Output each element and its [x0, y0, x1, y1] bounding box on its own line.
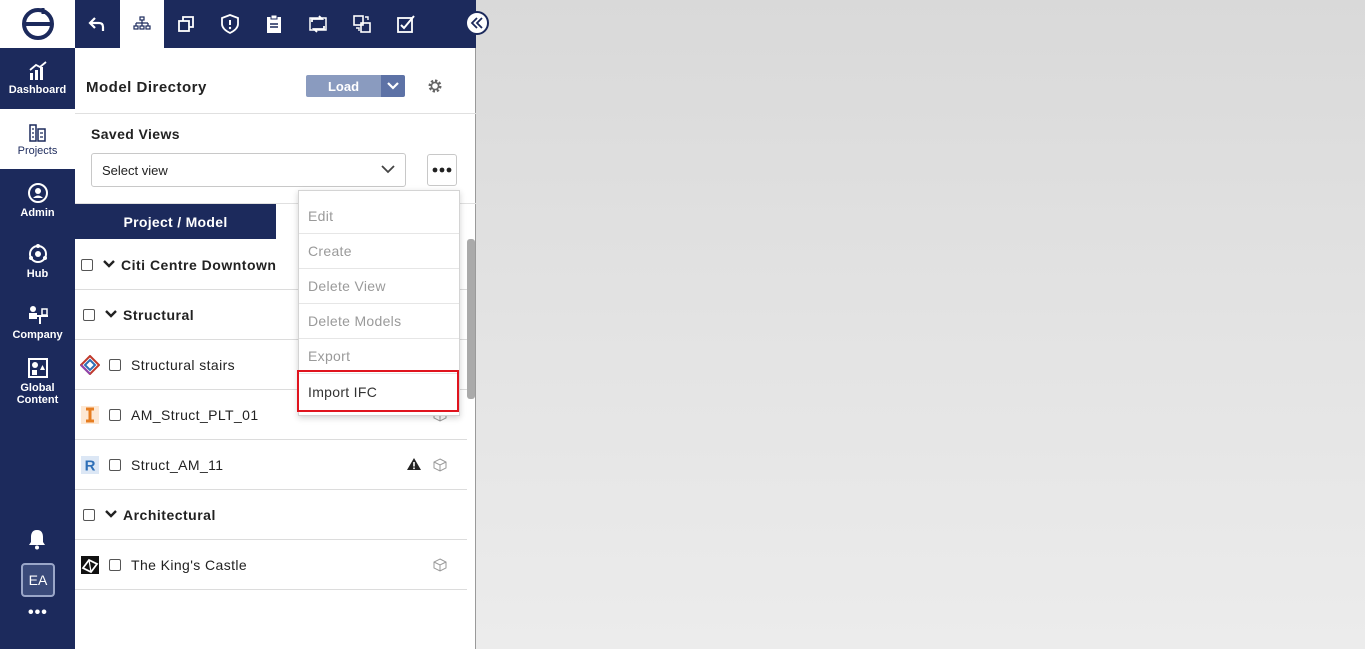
- model-viewer-canvas[interactable]: [476, 0, 1365, 649]
- chevron-down-icon[interactable]: [103, 260, 115, 269]
- user-avatar[interactable]: EA: [21, 563, 55, 597]
- warning-icon[interactable]: [406, 457, 422, 471]
- checkbox[interactable]: [109, 558, 121, 571]
- cube-icon[interactable]: [433, 558, 447, 572]
- menu-item-import-ifc[interactable]: Import IFC: [299, 374, 459, 409]
- buildings-icon: [28, 123, 46, 142]
- nav-admin[interactable]: Admin: [0, 170, 75, 230]
- tree-file-row[interactable]: R Struct_AM_11: [75, 440, 467, 490]
- checkbox[interactable]: [81, 258, 93, 271]
- tree-file-row[interactable]: The King's Castle: [75, 540, 467, 590]
- double-chevron-left-icon: [470, 17, 483, 29]
- svg-text:R: R: [85, 457, 96, 474]
- checkbox[interactable]: [109, 358, 121, 371]
- global-content-icon: [27, 357, 48, 378]
- checkbox[interactable]: [109, 458, 121, 471]
- saved-views-label: Saved Views: [91, 126, 180, 142]
- menu-item-edit[interactable]: Edit: [299, 199, 459, 234]
- chevron-down-icon[interactable]: [105, 310, 117, 319]
- gear-icon: [428, 79, 442, 93]
- saved-view-select[interactable]: Select view: [91, 153, 406, 187]
- tree-group-row[interactable]: Architectural: [75, 490, 467, 540]
- notifications-button[interactable]: [27, 528, 47, 555]
- divider: [75, 113, 476, 114]
- panel-title: Model Directory: [86, 79, 207, 96]
- back-button[interactable]: [75, 0, 119, 48]
- load-button[interactable]: Load: [306, 75, 381, 97]
- top-toolbar: [75, 0, 476, 48]
- load-dropdown-button[interactable]: [381, 75, 405, 97]
- more-options-icon[interactable]: •••: [28, 604, 48, 622]
- collapse-panel-button[interactable]: [465, 11, 489, 35]
- project-name: Citi Centre Downtown: [121, 256, 277, 273]
- model-file-icon: [80, 354, 100, 375]
- nav-label: Dashboard: [8, 83, 67, 96]
- nav-dashboard[interactable]: Dashboard: [0, 48, 75, 108]
- nav-label: Company: [12, 328, 63, 341]
- menu-item-create[interactable]: Create: [299, 234, 459, 269]
- nav-global-content[interactable]: Global Content: [0, 350, 75, 412]
- copy-icon: [178, 16, 194, 32]
- nav-company[interactable]: Company: [0, 292, 75, 352]
- menu-item-delete-models[interactable]: Delete Models: [299, 304, 459, 339]
- sync-button[interactable]: [296, 0, 340, 48]
- cube-icon[interactable]: [433, 458, 447, 472]
- chevron-down-icon: [381, 165, 395, 174]
- ellipsis-icon: [432, 167, 452, 173]
- saved-view-actions-menu: Edit Create Delete View Delete Models Ex…: [298, 190, 460, 416]
- tab-project-model[interactable]: Project / Model: [75, 204, 276, 239]
- file-name: Struct_AM_11: [131, 456, 224, 473]
- rfi-button[interactable]: [252, 0, 296, 48]
- back-arrow-icon: [88, 17, 105, 31]
- chevron-down-icon[interactable]: [105, 510, 117, 519]
- bell-icon: [29, 530, 45, 550]
- file-name: The King's Castle: [131, 556, 248, 573]
- tree-scrollbar[interactable]: [467, 239, 475, 399]
- nav-label: Admin: [20, 206, 55, 219]
- file-name: Structural stairs: [131, 356, 236, 373]
- left-navigation: Dashboard Projects Admin Hub Company Glo…: [0, 0, 75, 649]
- ifc-file-icon: [81, 405, 99, 424]
- checklist-button[interactable]: [384, 0, 428, 48]
- saved-view-more-button[interactable]: [427, 154, 457, 186]
- clipboard-icon: [267, 14, 281, 33]
- admin-icon: [27, 182, 48, 203]
- select-placeholder: Select view: [102, 162, 168, 178]
- checkbox[interactable]: [83, 508, 95, 521]
- settings-button[interactable]: [425, 76, 445, 96]
- hub-icon: [28, 243, 47, 263]
- nav-label: Hub: [26, 267, 49, 280]
- revit-file-icon: R: [81, 455, 99, 474]
- menu-item-export[interactable]: Export: [299, 339, 459, 374]
- model-tree-button[interactable]: [120, 0, 164, 48]
- copy-button[interactable]: [164, 0, 208, 48]
- nav-hub[interactable]: Hub: [0, 231, 75, 291]
- company-icon: [28, 305, 48, 324]
- nav-label: Global Content: [16, 381, 59, 406]
- sync-icon: [309, 15, 327, 33]
- shield-icon: [221, 14, 239, 34]
- checkbox[interactable]: [83, 308, 95, 321]
- checklist-icon: [397, 15, 415, 33]
- file-name: AM_Struct_PLT_01: [131, 406, 259, 423]
- checkbox[interactable]: [109, 408, 121, 421]
- group-name: Structural: [123, 306, 195, 323]
- compare-icon: [353, 15, 371, 33]
- compare-button[interactable]: [340, 0, 384, 48]
- nav-projects[interactable]: Projects: [0, 109, 75, 169]
- issues-button[interactable]: [208, 0, 252, 48]
- chart-icon: [28, 60, 47, 80]
- chevron-down-icon: [387, 82, 399, 90]
- hierarchy-icon: [133, 16, 151, 30]
- nav-label: Projects: [17, 144, 58, 157]
- app-logo[interactable]: [0, 0, 75, 48]
- e-logo-icon: [21, 8, 54, 40]
- menu-item-delete-view[interactable]: Delete View: [299, 269, 459, 304]
- group-name: Architectural: [123, 506, 216, 523]
- sketchup-file-icon: [81, 555, 99, 574]
